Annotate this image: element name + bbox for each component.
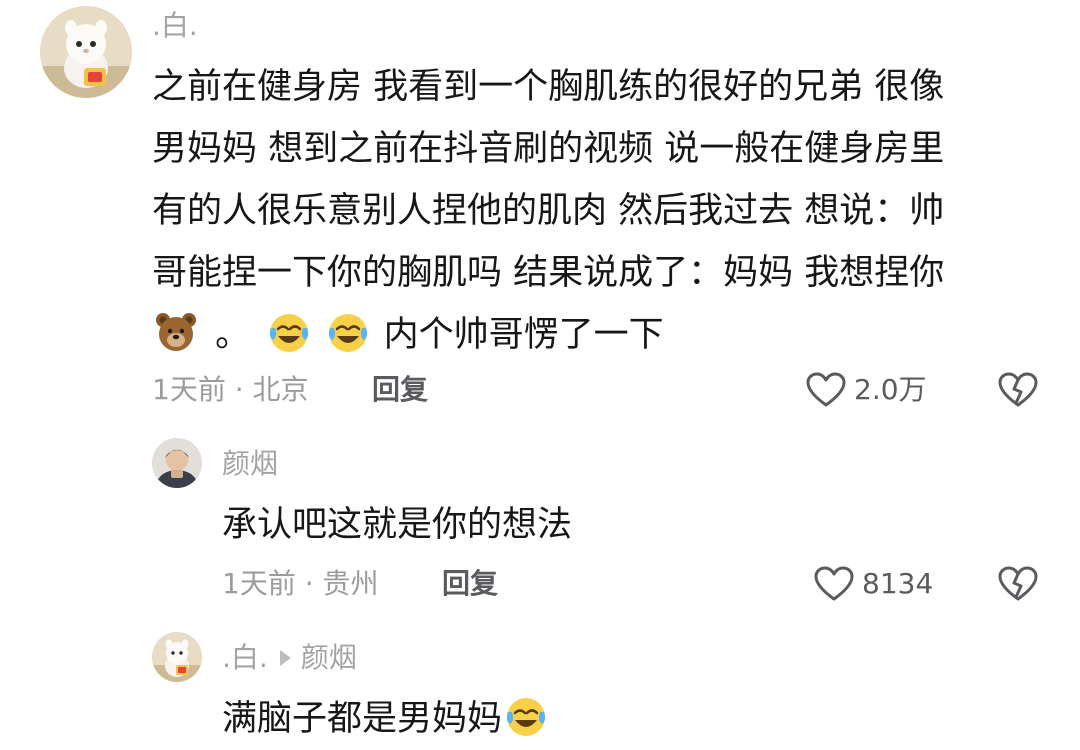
like-count: 2.0万 [854,373,927,406]
comment-username[interactable]: .白. [152,8,198,44]
reply-button[interactable]: 回复 [442,566,498,602]
comment-line: 。 内个帅哥愣了一下 [152,304,1052,366]
crying-laughing-emoji-icon [326,310,370,354]
dislike-icon[interactable] [998,372,1038,408]
crying-laughing-emoji-icon [267,310,311,354]
reply-to-arrow-icon [279,650,291,666]
comment-line-tail: 内个帅哥愣了一下 [383,315,664,355]
like-count: 8134 [862,567,934,600]
bear-emoji-icon [154,310,198,354]
avatar-user-bai[interactable] [152,632,202,682]
comment-line: 之前在健身房 我看到一个胸肌练的很好的兄弟 很像 [152,67,945,107]
reply-username[interactable]: .白. [222,641,268,674]
avatar-user-bai[interactable] [40,6,132,98]
reply-body: 满脑子都是男妈妈 [222,688,550,750]
dislike-icon[interactable] [998,566,1038,602]
reply-button[interactable]: 回复 [372,372,428,408]
comment-line: 有的人很乐意别人捏他的肌肉 然后我过去 想说：帅 [152,191,945,231]
comment-meta: 1天前 · 北京 [152,373,309,406]
heart-icon[interactable] [806,372,846,408]
reply-to-username[interactable]: 颜烟 [301,641,357,674]
comment-line: 哥能捏一下你的胸肌吗 结果说成了：妈妈 我想捏你 [152,253,945,293]
heart-icon[interactable] [814,566,854,602]
crying-laughing-emoji-icon [504,694,548,738]
reply-body: 承认吧这就是你的想法 [222,505,573,545]
comment-line: 男妈妈 想到之前在抖音刷的视频 说一般在健身房里 [152,129,945,169]
comment-body: 之前在健身房 我看到一个胸肌练的很好的兄弟 很像 男妈妈 想到之前在抖音刷的视频… [152,56,1052,366]
avatar-user-yanyan[interactable] [152,438,202,488]
comment-punct: 。 [215,315,251,355]
reply-username-line: .白. 颜烟 [222,640,357,676]
reply-meta: 1天前 · 贵州 [222,567,379,600]
reply-username[interactable]: 颜烟 [222,446,278,482]
reply-text: 满脑子都是男妈妈 [222,699,503,739]
